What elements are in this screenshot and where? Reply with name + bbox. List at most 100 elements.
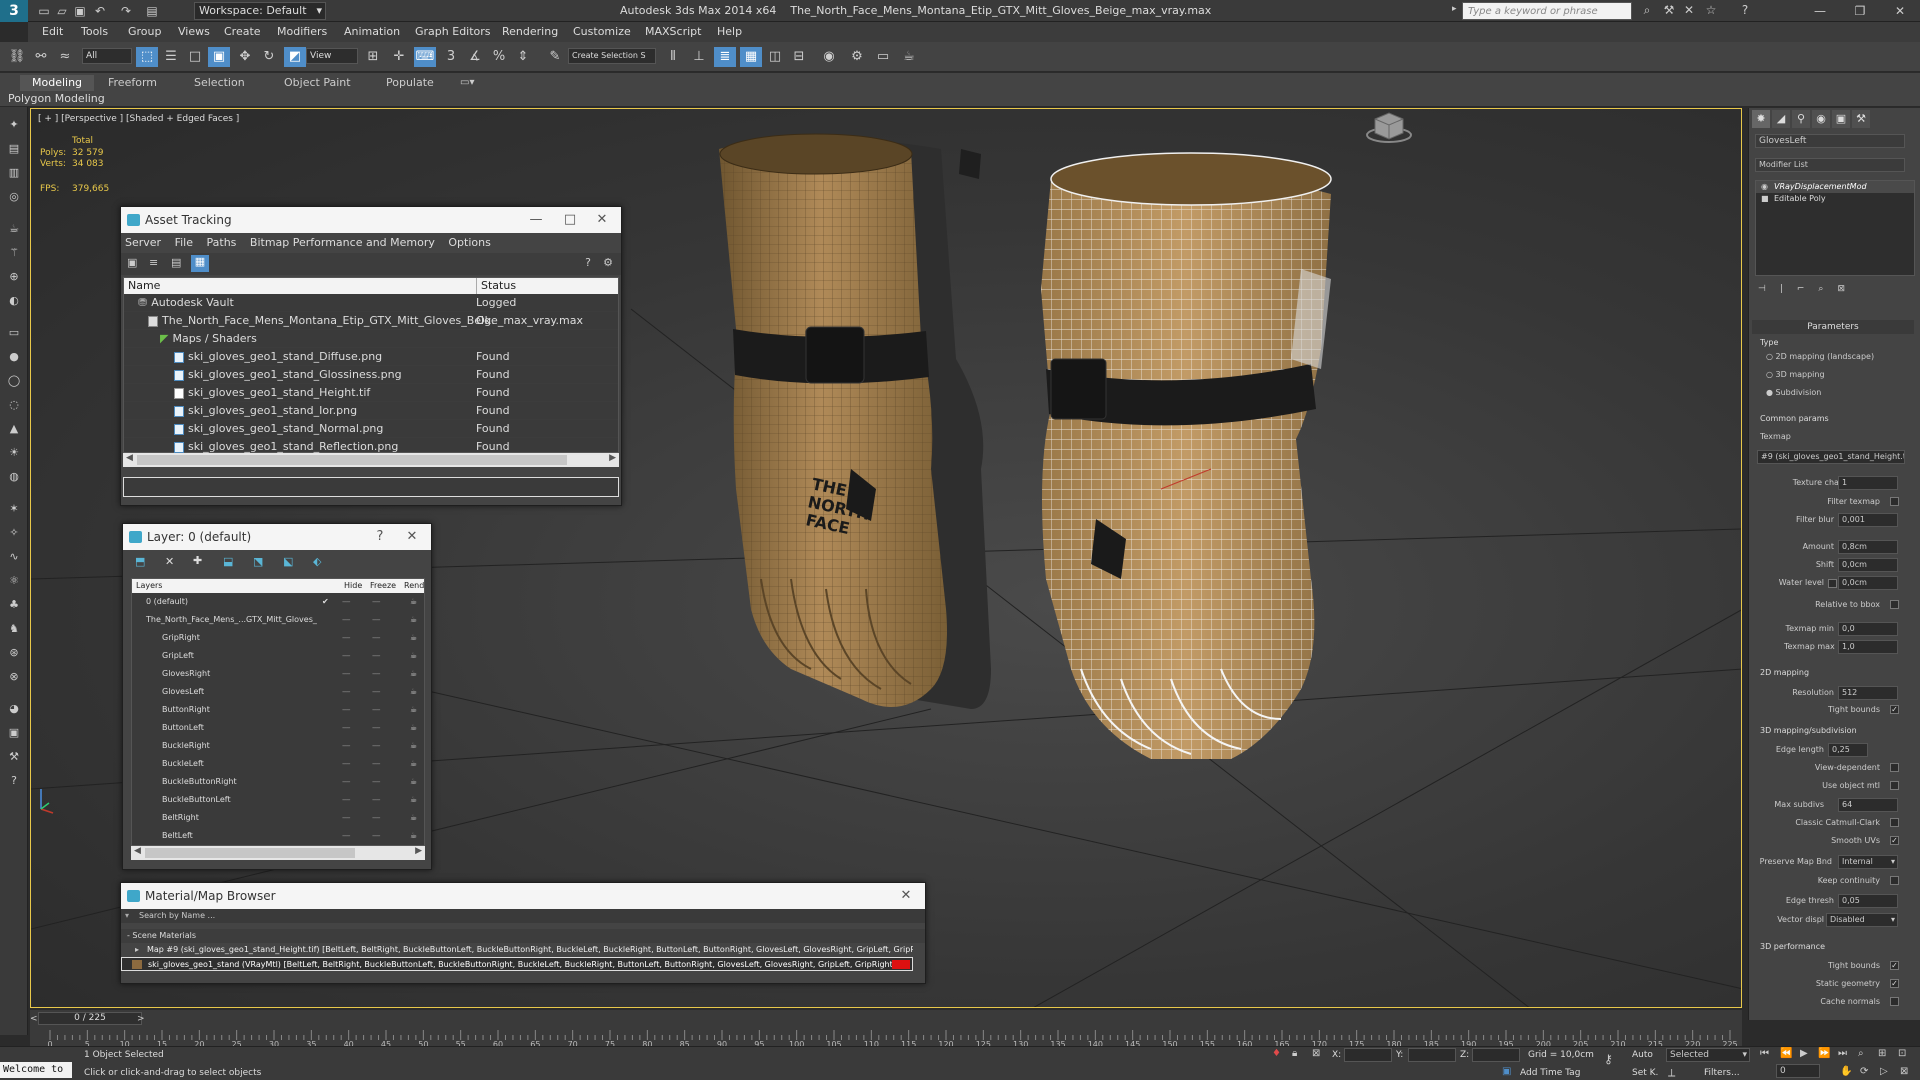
render-setup-icon[interactable]: ⚙	[846, 47, 868, 67]
menu-edit[interactable]: Edit	[42, 25, 63, 38]
texture-chan-spinner[interactable]: 1	[1838, 476, 1898, 490]
menu-modifiers[interactable]: Modifiers	[277, 25, 327, 38]
render-teapot-icon[interactable]: ☕	[410, 755, 417, 773]
view-dependent-checkbox[interactable]	[1890, 763, 1899, 772]
col-hide-header[interactable]: Hide	[344, 579, 362, 593]
stack-tools[interactable]: ⊣|⌐⌕⊠	[1758, 284, 1859, 294]
torus-icon[interactable]: ◌	[4, 398, 24, 416]
close-icon[interactable]: ✕	[1880, 0, 1920, 22]
layer-row[interactable]: BuckleButtonRight ---- ---- ☕	[132, 773, 424, 791]
camera-icon[interactable]: ◐	[4, 294, 24, 312]
freeze-toggle[interactable]: ----	[372, 593, 380, 611]
scroll-left-icon[interactable]: ◀	[134, 846, 141, 856]
material-item[interactable]: ▸ Map #9 (ski_gloves_geo1_stand_Height.t…	[121, 943, 913, 957]
render-teapot-icon[interactable]: ☕	[410, 629, 417, 647]
minimize-icon[interactable]: —	[521, 207, 551, 233]
radio-subdivision[interactable]: ● Subdivision	[1766, 388, 1821, 397]
list-view-icon[interactable]: ≡	[149, 256, 158, 269]
edit-named-selection-icon[interactable]: ✎	[544, 47, 566, 67]
pan-icon[interactable]: ✋	[1840, 1066, 1852, 1077]
rotate-icon[interactable]: ↻	[258, 47, 280, 67]
render-teapot-icon[interactable]: ☕	[410, 665, 417, 683]
scale-icon[interactable]: ◩	[284, 47, 306, 67]
hide-toggle[interactable]: ----	[342, 809, 350, 827]
plant-icon[interactable]: ♣	[4, 598, 24, 616]
hide-toggle[interactable]: ----	[342, 827, 350, 845]
layer-row[interactable]: BeltRight ---- ---- ☕	[132, 809, 424, 827]
y-coord-field[interactable]	[1408, 1048, 1456, 1062]
prev-frame-icon[interactable]: <	[30, 1014, 38, 1024]
save-icon[interactable]: ▣	[72, 3, 88, 19]
layer-row[interactable]: 0 (default) ✔ ---- ---- ☕	[132, 593, 424, 611]
edge-thresh-spinner[interactable]: 0,05	[1838, 894, 1898, 908]
asset-row[interactable]: ski_gloves_geo1_stand_Glossiness.png Foun…	[124, 366, 618, 384]
highlight-layer-icon[interactable]: ⬔	[253, 555, 263, 568]
asset-path-field[interactable]	[123, 477, 619, 497]
material-browser-titlebar[interactable]: Material/Map Browser ✕	[121, 883, 925, 909]
hide-toggle[interactable]: ----	[342, 611, 350, 629]
spinner-snap-icon[interactable]: ⇕	[512, 47, 534, 67]
tab-modeling[interactable]: Modeling	[20, 75, 95, 91]
hide-all-icon[interactable]: ⬕	[283, 555, 293, 568]
keyboard-shortcut-icon[interactable]: ⌨	[414, 47, 436, 67]
asset-row[interactable]: ski_gloves_geo1_stand_Diffuse.png Found	[124, 348, 618, 366]
cone-icon[interactable]: ▲	[4, 422, 24, 440]
layer-row[interactable]: GlovesLeft ---- ---- ☕	[132, 683, 424, 701]
layer-row[interactable]: BuckleLeft ---- ---- ☕	[132, 755, 424, 773]
col-render-header[interactable]: Rende	[404, 579, 424, 593]
system-icon[interactable]: ⚛	[4, 574, 24, 592]
glove-right-model[interactable]	[1041, 152, 1332, 759]
hide-toggle[interactable]: ----	[342, 629, 350, 647]
menu-options[interactable]: Options	[448, 236, 490, 249]
hierarchy-icon[interactable]: ▥	[4, 166, 24, 184]
selection-filter-dropdown[interactable]: All	[82, 48, 132, 64]
col-name-header[interactable]: Name	[128, 279, 160, 292]
new-file-icon[interactable]: ▭	[36, 3, 52, 19]
auto-key-button[interactable]: Auto	[1632, 1050, 1653, 1060]
relative-bbox-checkbox[interactable]	[1890, 600, 1899, 609]
menu-bitmap-performance[interactable]: Bitmap Performance and Memory	[250, 236, 435, 249]
render-teapot-icon[interactable]: ☕	[410, 809, 417, 827]
absolute-mode-icon[interactable]: ⊠	[1312, 1048, 1320, 1059]
new-layer-icon[interactable]: ⬒	[135, 555, 145, 568]
amount-spinner[interactable]: 0,8cm	[1838, 540, 1898, 554]
tab-freeform[interactable]: Freeform	[96, 75, 169, 91]
add-to-layer-icon[interactable]: ✚	[193, 554, 202, 567]
mirror-icon[interactable]: ⫴	[662, 47, 684, 67]
modifier-list-dropdown[interactable]: Modifier List	[1755, 158, 1905, 172]
freeze-toggle[interactable]: ----	[372, 809, 380, 827]
key-filters-button[interactable]: Filters...	[1704, 1068, 1740, 1078]
menu-help[interactable]: Help	[717, 25, 742, 38]
scroll-thumb[interactable]	[145, 848, 355, 858]
menu-graph-editors[interactable]: Graph Editors	[415, 25, 491, 38]
material-search-input[interactable]: ▾ Search by Name ...	[121, 909, 925, 923]
freeze-toggle[interactable]: ----	[372, 755, 380, 773]
layer-titlebar[interactable]: Layer: 0 (default) ? ✕	[123, 524, 431, 550]
tab-object-paint[interactable]: Object Paint	[272, 75, 363, 91]
material-item-selected[interactable]: ski_gloves_geo1_stand (VRayMtl) [BeltLef…	[121, 957, 913, 971]
render-teapot-icon[interactable]: ☕	[410, 593, 417, 611]
orbit-icon[interactable]: ⟳	[1860, 1066, 1868, 1077]
freeze-toggle[interactable]: ----	[372, 827, 380, 845]
space-warp-icon[interactable]: ∿	[4, 550, 24, 568]
sphere-icon[interactable]: ●	[4, 350, 24, 368]
scene-materials-section[interactable]: - Scene Materials	[121, 929, 925, 943]
render-teapot-icon[interactable]: ☕	[410, 683, 417, 701]
asset-row[interactable]: ski_gloves_geo1_stand_Ior.png Found	[124, 402, 618, 420]
motion-icon[interactable]: ◎	[4, 190, 24, 208]
workspace-dropdown[interactable]: Workspace: Default ▾	[194, 2, 326, 20]
render-teapot-icon[interactable]: ☕	[410, 791, 417, 809]
tab-selection[interactable]: Selection	[182, 75, 257, 91]
scroll-thumb[interactable]	[137, 455, 567, 465]
graphite-toggle-icon[interactable]: ▦	[740, 47, 762, 67]
hide-toggle[interactable]: ----	[342, 647, 350, 665]
asset-row[interactable]: ski_gloves_geo1_stand_Normal.png Found	[124, 420, 618, 438]
freeze-all-icon[interactable]: ⬖	[313, 555, 321, 568]
render-production-icon[interactable]: ☕	[898, 47, 920, 67]
satellite-icon[interactable]: ⊗	[4, 670, 24, 688]
binoculars-icon[interactable]: ⌕	[1638, 3, 1656, 19]
render-teapot-icon[interactable]: ☕	[410, 773, 417, 791]
bind-spacewarp-icon[interactable]: ≈	[54, 47, 76, 67]
create-icon[interactable]: ✦	[4, 118, 24, 136]
shift-spinner[interactable]: 0,0cm	[1838, 558, 1898, 572]
